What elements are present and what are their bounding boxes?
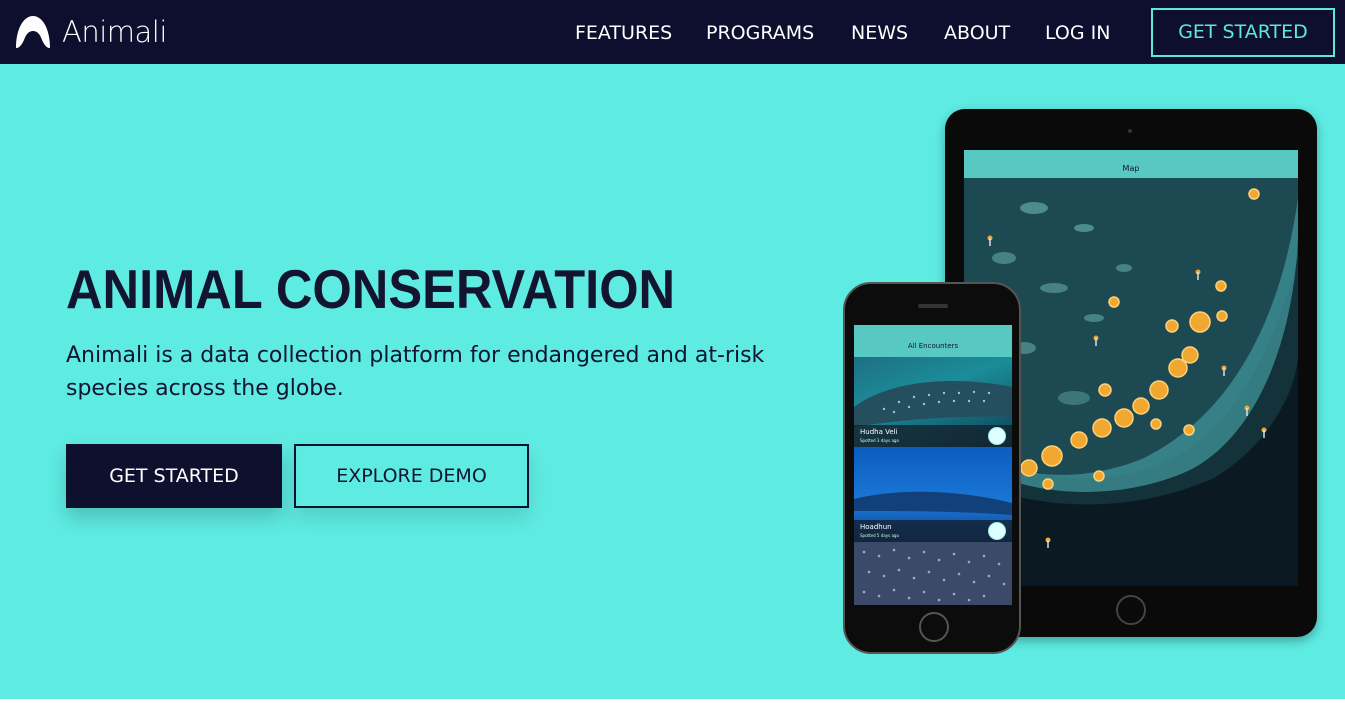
- tablet-status-bar: [964, 150, 1298, 160]
- phone-device: All Encounters Hudha Veli Spotted 3 days…: [843, 282, 1021, 654]
- tablet-map-header: Map: [964, 160, 1298, 178]
- tablet-home-button: [1116, 595, 1146, 625]
- nav-link-features[interactable]: FEATURES: [575, 20, 672, 46]
- whale-shark-photo: [854, 381, 1012, 427]
- phone-screen: All Encounters Hudha Veli Spotted 3 days…: [854, 325, 1012, 605]
- get-started-button[interactable]: GET STARTED: [66, 444, 282, 508]
- card-caption: Hudha Veli Spotted 3 days ago: [854, 425, 1012, 447]
- nav-link-about[interactable]: ABOUT: [944, 20, 1010, 46]
- nav-get-started-button[interactable]: GET STARTED: [1151, 8, 1335, 57]
- page-bottom-edge: [0, 699, 1345, 703]
- tablet-camera: [1128, 129, 1132, 133]
- explore-demo-button[interactable]: EXPLORE DEMO: [294, 444, 529, 508]
- nav-link-login[interactable]: LOG IN: [1045, 20, 1110, 46]
- card-subtitle: Spotted 3 days ago: [860, 438, 899, 443]
- hero-subtitle: Animali is a data collection platform fo…: [66, 343, 765, 401]
- brand-name[interactable]: Animali: [62, 14, 167, 50]
- avatar: [988, 522, 1006, 540]
- animali-logo-icon[interactable]: [14, 14, 52, 50]
- card-caption: Hoadhun Spotted 5 days ago: [854, 520, 1012, 542]
- phone-status-bar: [854, 325, 1012, 333]
- encounter-card[interactable]: [854, 542, 1012, 605]
- avatar: [988, 427, 1006, 445]
- encounter-card[interactable]: Hoadhun Spotted 5 days ago: [854, 447, 1012, 542]
- whale-shark-photo: [862, 548, 1006, 602]
- phone-speaker: [918, 304, 948, 308]
- phone-header: All Encounters: [854, 333, 1012, 357]
- card-name: Hudha Veli: [860, 428, 898, 436]
- phone-home-button: [919, 612, 949, 642]
- nav-link-programs[interactable]: PROGRAMS: [706, 20, 814, 46]
- encounter-card[interactable]: Hudha Veli Spotted 3 days ago: [854, 357, 1012, 447]
- hero-section: ANIMAL CONSERVATION Animali is a data co…: [0, 64, 1345, 699]
- card-name: Hoadhun: [860, 523, 892, 531]
- hero-title: ANIMAL CONSERVATION: [66, 258, 676, 320]
- nav-link-news[interactable]: NEWS: [851, 20, 908, 46]
- whale-shark-photo: [854, 491, 1012, 515]
- top-navigation: Animali FEATURES PROGRAMS NEWS ABOUT LOG…: [0, 0, 1345, 64]
- card-subtitle: Spotted 5 days ago: [860, 533, 899, 538]
